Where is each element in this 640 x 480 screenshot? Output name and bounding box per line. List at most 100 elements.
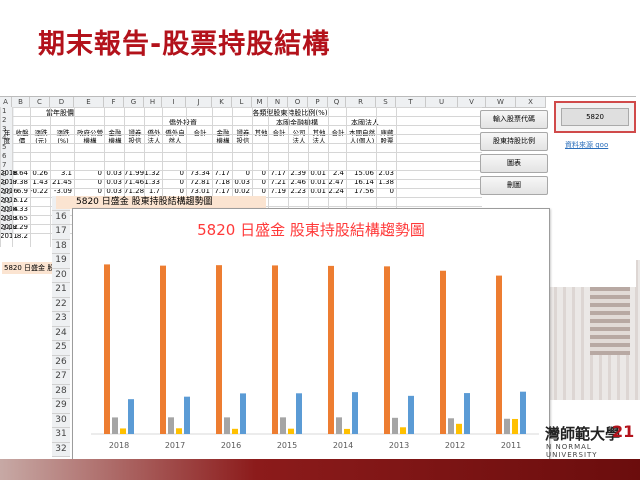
- chart-row-number[interactable]: 30: [52, 413, 70, 428]
- data-cell[interactable]: 2013: [0, 214, 18, 223]
- bar-2017-s2: [176, 428, 182, 434]
- grid-line: [12, 188, 482, 189]
- stock-code-field[interactable]: 5820: [561, 108, 629, 126]
- grid-line: [0, 107, 1, 247]
- bar-2014-s2: [344, 428, 350, 434]
- chart-row-number[interactable]: 24: [52, 326, 70, 341]
- grid-line: [12, 134, 482, 135]
- bar-2012-s2: [456, 423, 462, 434]
- grid-line: [12, 161, 482, 162]
- bar-2016-s2: [232, 428, 238, 434]
- column-header[interactable]: W: [486, 97, 516, 108]
- university-name: 灣師範大學: [545, 425, 621, 443]
- chart-row-number[interactable]: 27: [52, 370, 70, 385]
- bar-2016-s0: [216, 265, 222, 434]
- chart-row-number[interactable]: 32: [52, 442, 70, 457]
- chart-row-number[interactable]: 31: [52, 428, 70, 443]
- data-cell[interactable]: 2018: [0, 169, 18, 178]
- university-name-en: N NORMAL UNIVERSITY: [546, 443, 598, 459]
- grid-line: [12, 170, 482, 171]
- column-label: 合計: [331, 129, 345, 137]
- bar-2011-s2: [512, 418, 518, 434]
- x-tick-label: 2018: [109, 441, 129, 450]
- slide-title: 期末報告-股票持股結構: [38, 29, 331, 60]
- chart-plot: 2018 2017 2016 2015 2014 2013 2012 2011: [91, 264, 539, 450]
- x-tick-label: 2017: [165, 441, 185, 450]
- bar-2018-s0: [104, 264, 110, 434]
- bar-2013-s0: [384, 266, 390, 434]
- bar-2011-s0: [496, 275, 502, 434]
- data-cell[interactable]: 2011: [0, 232, 18, 241]
- x-tick-label: 2011: [501, 441, 521, 450]
- bar-2015-s0: [272, 265, 278, 434]
- bar-2015-s3: [296, 393, 302, 434]
- delete-chart-button[interactable]: 刪圖: [480, 176, 548, 195]
- grid-line: [12, 107, 13, 247]
- footer-band: [0, 459, 640, 480]
- bar-2012-s0: [440, 270, 446, 434]
- chart-row-number[interactable]: 23: [52, 312, 70, 327]
- bar-2013-s1: [392, 417, 398, 434]
- x-tick-label: 2012: [445, 441, 465, 450]
- grid-line: [50, 107, 51, 247]
- bar-2018-s2: [120, 428, 126, 434]
- bar-2015-s1: [280, 417, 286, 434]
- grid-line: [12, 116, 482, 117]
- bar-2012-s1: [448, 418, 454, 434]
- domestic-corp-group-header: 本國法人: [351, 119, 379, 127]
- grid-line: [12, 152, 482, 153]
- column-label: 合計: [193, 129, 207, 137]
- x-tick-label: 2013: [389, 441, 409, 450]
- bar-2014-s0: [328, 265, 334, 434]
- chart-side-label: 5820 日盛金 股東: [2, 262, 62, 274]
- grid-line: [12, 179, 482, 180]
- data-cell[interactable]: 2017: [0, 178, 18, 187]
- bar-2017-s0: [160, 265, 166, 434]
- chart-row-number[interactable]: 29: [52, 399, 70, 414]
- chart-row-number[interactable]: 21: [52, 283, 70, 298]
- bar-2018-s1: [112, 417, 118, 434]
- column-label: 合計: [272, 129, 286, 137]
- bar-2016-s3: [240, 393, 246, 434]
- chart-row-number[interactable]: 26: [52, 355, 70, 370]
- chart-row-number[interactable]: 17: [52, 225, 70, 240]
- chart-object[interactable]: 5820 日盛金 股東持股結構趨勢圖 2018 2017 2016 2015 2014 2…: [72, 208, 550, 468]
- x-tick-label: 2014: [333, 441, 353, 450]
- data-cell[interactable]: 2014: [0, 205, 18, 214]
- bar-2015-s2: [288, 428, 294, 434]
- data-cell[interactable]: 2012: [0, 223, 18, 232]
- chart-row-number[interactable]: 16: [52, 210, 70, 225]
- chart-button[interactable]: 圖表: [480, 154, 548, 173]
- shareholding-ratio-button[interactable]: 股東持股比例: [480, 132, 548, 151]
- grid-line: [30, 107, 31, 247]
- data-cell[interactable]: 2015: [0, 196, 18, 205]
- bar-2016-s1: [224, 417, 230, 434]
- x-tick-label: 2016: [221, 441, 241, 450]
- chart-row-number[interactable]: 20: [52, 268, 70, 283]
- bar-2011-s3: [520, 391, 526, 434]
- bar-2012-s3: [464, 393, 470, 434]
- building-photo-detail: [590, 285, 630, 355]
- bar-2018-s3: [128, 399, 134, 434]
- grid-line: [12, 143, 482, 144]
- input-stock-code-button[interactable]: 輸入股票代碼: [480, 110, 548, 129]
- chart-row-number[interactable]: 28: [52, 384, 70, 399]
- chart-row-number[interactable]: 18: [52, 239, 70, 254]
- bar-2014-s3: [352, 392, 358, 434]
- bar-2017-s3: [184, 396, 190, 434]
- column-header[interactable]: X: [516, 97, 546, 108]
- data-cell[interactable]: 2016: [0, 187, 18, 196]
- grid-line: [12, 125, 482, 126]
- x-tick-label: 2015: [277, 441, 297, 450]
- source-link[interactable]: 資料來源 goo: [565, 140, 608, 150]
- bar-2017-s1: [168, 417, 174, 434]
- chart-row-number[interactable]: 19: [52, 254, 70, 269]
- chart-row-number[interactable]: 22: [52, 297, 70, 312]
- chart-row-number[interactable]: 25: [52, 341, 70, 356]
- domestic-fin-group-header: 本國金融機構: [276, 119, 318, 127]
- page-number: 21: [612, 422, 635, 441]
- bar-2014-s1: [336, 417, 342, 434]
- bar-2011-s1: [504, 418, 510, 434]
- stock-code-highlight: 5820: [554, 101, 636, 133]
- column-label: 其他: [254, 129, 268, 137]
